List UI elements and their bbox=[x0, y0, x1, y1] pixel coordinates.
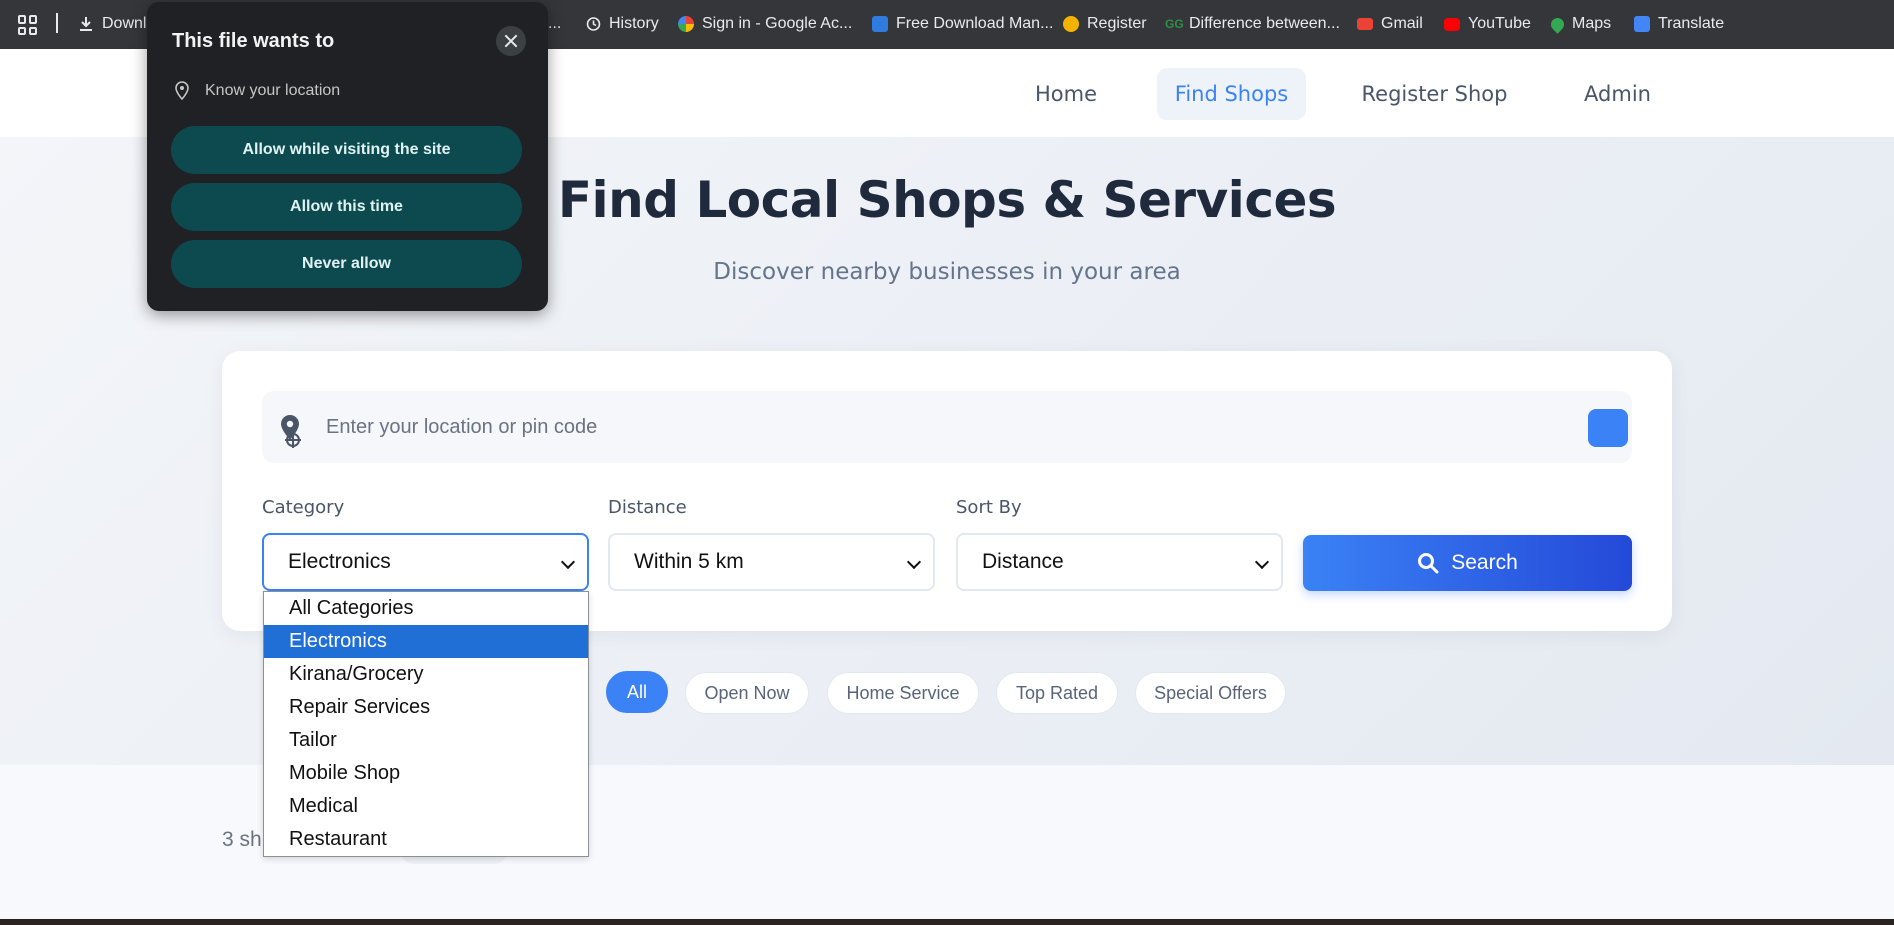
sort-select[interactable]: Distance bbox=[956, 533, 1283, 591]
category-option[interactable]: All Categories bbox=[264, 592, 588, 625]
nav-find-shops[interactable]: Find Shops bbox=[1157, 68, 1306, 120]
category-option[interactable]: Kirana/Grocery bbox=[264, 658, 588, 691]
chevron-down-icon bbox=[560, 554, 576, 570]
bookmark-gmail[interactable]: Gmail bbox=[1357, 13, 1423, 35]
search-button-label: Search bbox=[1451, 551, 1518, 574]
filter-chip-home-service[interactable]: Home Service bbox=[827, 672, 979, 714]
gmail-icon bbox=[1357, 18, 1373, 30]
chevron-down-icon bbox=[1254, 554, 1270, 570]
bookmark-history[interactable]: History bbox=[585, 13, 659, 35]
permission-request-text: Know your location bbox=[205, 82, 341, 99]
nav-home[interactable]: Home bbox=[1022, 68, 1110, 120]
register-icon bbox=[1063, 16, 1079, 32]
bookmark-free-download-manager[interactable]: Free Download Man... bbox=[872, 13, 1053, 35]
bookmark-youtube[interactable]: YouTube bbox=[1444, 13, 1531, 35]
bookmark-difference-between[interactable]: GG Difference between... bbox=[1165, 13, 1340, 35]
filter-chip-special-offers[interactable]: Special Offers bbox=[1135, 672, 1286, 714]
search-card: Category Distance Sort By Electronics Wi… bbox=[222, 351, 1672, 631]
detect-location-button[interactable] bbox=[1588, 409, 1628, 447]
distance-select-value: Within 5 km bbox=[634, 550, 744, 573]
category-option[interactable]: Medical bbox=[264, 790, 588, 823]
category-select-value: Electronics bbox=[288, 550, 391, 573]
bookmark-google-signin[interactable]: Sign in - Google Ac... bbox=[678, 13, 852, 35]
category-select[interactable]: Electronics bbox=[262, 533, 589, 591]
category-option[interactable]: Repair Services bbox=[264, 691, 588, 724]
category-option-selected[interactable]: Electronics bbox=[264, 625, 588, 658]
location-pin-icon bbox=[175, 81, 189, 101]
bookmark-downloads[interactable]: Downl bbox=[78, 13, 146, 35]
translate-icon bbox=[1634, 16, 1650, 32]
location-input[interactable] bbox=[326, 405, 1526, 449]
google-icon bbox=[678, 16, 694, 32]
category-option[interactable]: Mobile Shop bbox=[264, 757, 588, 790]
category-dropdown-list: All Categories Electronics Kirana/Grocer… bbox=[263, 591, 589, 857]
category-option[interactable]: Tailor bbox=[264, 724, 588, 757]
filter-chip-all[interactable]: All bbox=[606, 671, 668, 713]
permission-title: This file wants to bbox=[172, 30, 335, 52]
nav-admin[interactable]: Admin bbox=[1572, 68, 1663, 120]
location-permission-popup: This file wants to Know your location Al… bbox=[147, 2, 548, 311]
search-icon bbox=[1418, 553, 1439, 574]
bookmark-truncated[interactable]: ... bbox=[548, 13, 561, 35]
filter-chip-top-rated[interactable]: Top Rated bbox=[996, 672, 1118, 714]
bookmarks-divider bbox=[56, 13, 58, 33]
download-icon bbox=[80, 17, 92, 31]
location-search-box bbox=[262, 391, 1632, 463]
sort-by-label: Sort By bbox=[956, 497, 1022, 518]
fdm-icon bbox=[872, 16, 888, 32]
footer-strip bbox=[0, 919, 1894, 925]
filter-chip-open-now[interactable]: Open Now bbox=[685, 672, 809, 714]
distance-label: Distance bbox=[608, 497, 687, 518]
youtube-icon bbox=[1444, 17, 1460, 31]
apps-grid-icon[interactable] bbox=[18, 15, 38, 35]
category-option[interactable]: Restaurant bbox=[264, 823, 588, 856]
sort-select-value: Distance bbox=[982, 550, 1064, 573]
results-count: 3 sh bbox=[222, 828, 262, 851]
bookmark-register[interactable]: Register bbox=[1063, 13, 1147, 35]
bookmark-maps[interactable]: Maps bbox=[1548, 13, 1611, 35]
allow-this-time-button[interactable]: Allow this time bbox=[171, 183, 522, 231]
maps-icon bbox=[1548, 14, 1567, 34]
gfg-icon: GG bbox=[1165, 17, 1184, 31]
location-pin-icon bbox=[281, 415, 301, 448]
category-label: Category bbox=[262, 497, 345, 518]
bookmark-translate[interactable]: Translate bbox=[1634, 13, 1724, 35]
close-icon[interactable] bbox=[496, 26, 526, 56]
distance-select[interactable]: Within 5 km bbox=[608, 533, 935, 591]
nav-register-shop[interactable]: Register Shop bbox=[1352, 68, 1517, 120]
never-allow-button[interactable]: Never allow bbox=[171, 240, 522, 288]
search-button[interactable]: Search bbox=[1303, 535, 1632, 591]
allow-while-visiting-button[interactable]: Allow while visiting the site bbox=[171, 126, 522, 174]
history-icon bbox=[586, 17, 601, 31]
chevron-down-icon bbox=[906, 554, 922, 570]
